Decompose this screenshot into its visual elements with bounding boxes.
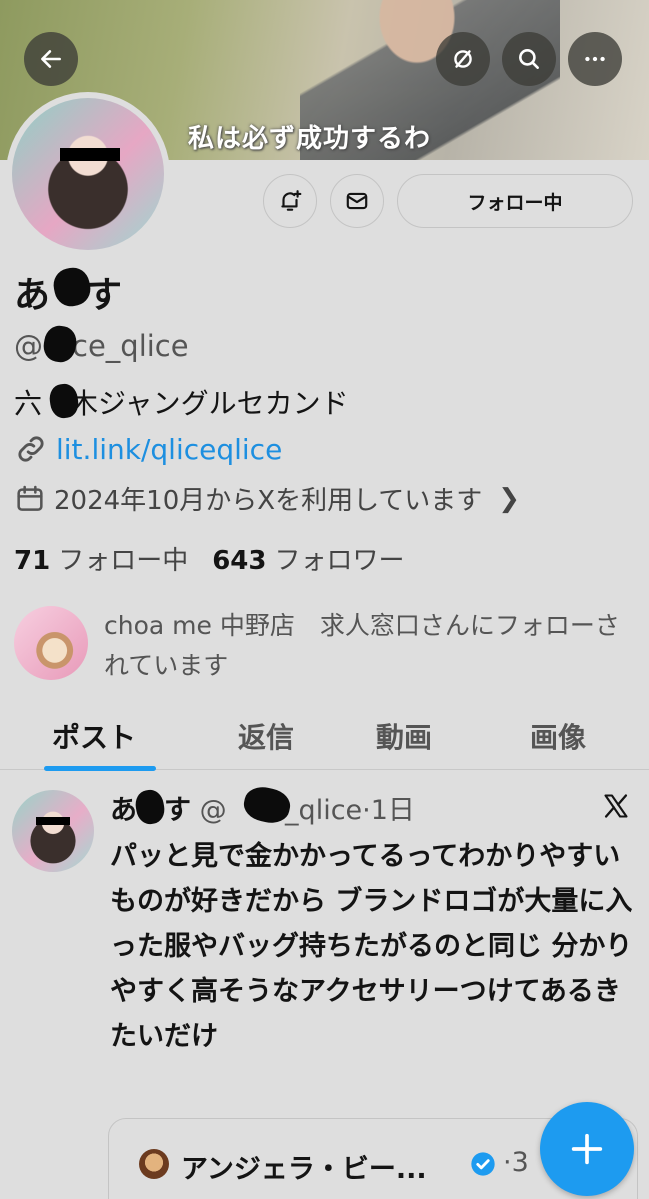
post-meta: @ ce_qlice·1日 (199, 795, 415, 826)
quote-author: アンジェラ・ビー... (181, 1154, 427, 1185)
hide-button[interactable] (436, 32, 490, 86)
search-icon (519, 49, 539, 69)
profile-link-row: lit.link/qliceqlice (14, 432, 282, 466)
verified-badge-icon (471, 1152, 495, 1176)
active-tab-indicator (44, 766, 156, 771)
profile-avatar[interactable] (6, 92, 170, 256)
x-logo-icon (604, 794, 628, 818)
quote-avatar (139, 1149, 169, 1179)
ellipsis-icon (585, 56, 605, 62)
link-icon (18, 436, 44, 462)
followers-label: フォロワー (274, 546, 405, 576)
arrow-left-icon (41, 50, 61, 68)
tab-posts[interactable]: ポスト (52, 716, 136, 756)
following-label: フォロー中 (58, 546, 189, 576)
followed-by-text: choa me 中野店 求人窓口さんにフォローされています (104, 611, 620, 680)
censor-bar (36, 817, 70, 825)
notify-button[interactable] (263, 174, 317, 228)
post-text: パッと見で金かかってるってわかりやすいものが好きだから ブランドロゴが大量に入っ… (110, 841, 633, 1052)
message-button[interactable] (330, 174, 384, 228)
tab-replies[interactable]: 返信 (238, 716, 294, 756)
plus-icon (571, 1133, 603, 1165)
more-button[interactable] (568, 32, 622, 86)
tab-images[interactable]: 画像 (530, 716, 586, 756)
envelope-icon (346, 192, 368, 210)
post-avatar[interactable] (12, 790, 94, 872)
following-stat[interactable]: 71 フォロー中 (14, 540, 188, 577)
chevron-right-icon: ❯ (498, 483, 521, 514)
followed-by[interactable]: choa me 中野店 求人窓口さんにフォローされています (14, 606, 634, 686)
censor-bar (60, 148, 120, 161)
user-handle: @ ce_qlice (14, 329, 189, 363)
joined-date-row[interactable]: 2024年10月からXを利用しています ❯ (14, 480, 520, 517)
follow-stats: 71 フォロー中 643 フォロワー (14, 540, 405, 577)
quote-time: ·3 (503, 1147, 529, 1178)
profile-tabs: ポスト 返信 動画 画像 (0, 706, 649, 771)
following-button[interactable]: フォロー中 (397, 174, 633, 228)
eye-slash-icon (454, 50, 472, 68)
compose-button[interactable] (540, 1102, 634, 1196)
followers-stat[interactable]: 643 フォロワー (212, 540, 404, 577)
tab-videos[interactable]: 動画 (376, 716, 432, 756)
avatar-image (12, 98, 164, 250)
bell-plus-icon (281, 190, 302, 211)
banner-caption: 私は必ず成功するわ (188, 124, 432, 154)
follower-avatar (14, 606, 88, 680)
following-count: 71 (14, 546, 51, 576)
followers-count: 643 (212, 546, 267, 576)
joined-date: 2024年10月からXを利用しています (54, 486, 483, 516)
search-button[interactable] (502, 32, 556, 86)
profile-link[interactable]: lit.link/qliceqlice (56, 433, 282, 466)
calendar-icon (17, 485, 43, 511)
back-button[interactable] (24, 32, 78, 86)
